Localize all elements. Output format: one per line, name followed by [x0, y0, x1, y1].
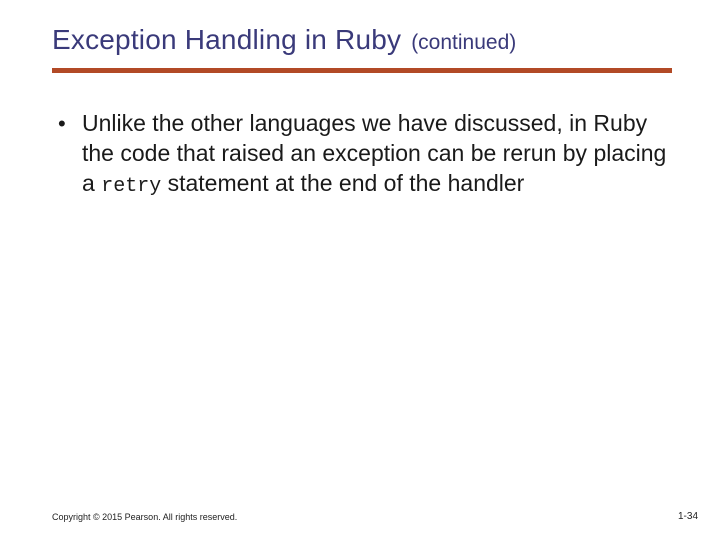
title-main: Exception Handling in Ruby	[52, 24, 401, 56]
slide: Exception Handling in Ruby (continued) •…	[0, 0, 720, 540]
bullet-text-after: statement at the end of the handler	[161, 170, 524, 196]
slide-body: • Unlike the other languages we have dis…	[52, 109, 672, 200]
bullet-text: Unlike the other languages we have discu…	[82, 109, 672, 200]
bullet-dot-icon: •	[52, 109, 82, 139]
title-continued: (continued)	[411, 31, 516, 55]
footer-page-number: 1-34	[678, 511, 698, 522]
bullet-item: • Unlike the other languages we have dis…	[52, 109, 672, 200]
title-rule	[52, 68, 672, 73]
footer-copyright: Copyright © 2015 Pearson. All rights res…	[52, 512, 237, 522]
code-keyword: retry	[101, 175, 161, 198]
slide-title: Exception Handling in Ruby (continued)	[52, 24, 672, 56]
